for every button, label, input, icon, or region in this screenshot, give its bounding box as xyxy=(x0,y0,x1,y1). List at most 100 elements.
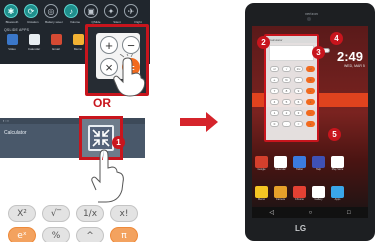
calculator-key[interactable]: 7 xyxy=(270,88,279,94)
clock-date: WED, MAR 5 xyxy=(344,64,365,68)
play-store-icon xyxy=(331,156,344,168)
calculator-key[interactable]: 1 xyxy=(270,110,279,116)
home-app-memo[interactable]: Memo xyxy=(255,186,268,201)
qslide-app-email[interactable]: Email xyxy=(48,34,64,51)
calculator-key[interactable]: x² xyxy=(270,66,279,72)
google-icon xyxy=(255,156,268,168)
calculator-key[interactable]: 5 xyxy=(282,99,291,105)
step-badge-4: 4 xyxy=(330,32,343,45)
calculator-key[interactable]: % xyxy=(282,77,291,83)
pointing-hand-icon xyxy=(91,149,124,203)
qslide-app-row: Video Calendar Email Memo xyxy=(4,34,86,51)
status-text: ▪ ▫ ▪ xyxy=(3,119,9,123)
step-badge-2: 2 xyxy=(257,36,270,49)
dock-app-row: Memo Camera Chrome Gallery Apps xyxy=(255,186,344,201)
app-label: Memo xyxy=(73,47,83,51)
home-icon[interactable]: ○ xyxy=(309,210,313,216)
qslide-app-calendar[interactable]: Calendar xyxy=(26,34,42,51)
recents-icon[interactable]: □ xyxy=(347,210,351,216)
qs-label: Bluetooth xyxy=(5,20,19,24)
calculator-key[interactable]: 1/x xyxy=(294,66,303,72)
calculator-key[interactable]: e xyxy=(270,77,279,83)
calculator-key[interactable]: . xyxy=(282,121,291,127)
right-arrow-icon xyxy=(180,112,218,132)
calculator-key[interactable]: π xyxy=(306,77,315,83)
home-app-gallery[interactable]: Gallery xyxy=(312,186,325,201)
qslide-app-memo[interactable]: Memo xyxy=(70,34,86,51)
step-badge-3: 3 xyxy=(312,46,325,59)
app-label: Calendar xyxy=(27,47,41,51)
pi-key[interactable]: π xyxy=(110,227,138,242)
memo-icon xyxy=(72,34,84,45)
app-label: Gallery xyxy=(314,198,323,201)
minus-key[interactable]: − xyxy=(122,36,140,54)
home-app-play-store[interactable]: Play Store xyxy=(331,156,344,171)
factorial-key[interactable]: x! xyxy=(110,205,138,222)
calculator-key[interactable]: 3 xyxy=(294,110,303,116)
qslide-apps-title: QSLIDE APPS xyxy=(4,28,30,32)
back-icon[interactable]: ◁ xyxy=(269,209,274,216)
calculator-key[interactable]: 2 xyxy=(282,110,291,116)
power-key[interactable]: ^ xyxy=(76,227,104,242)
qs-label: Rotation xyxy=(27,20,39,24)
qslide-app-video[interactable]: Video xyxy=(4,34,20,51)
volume-icon[interactable]: ♪ xyxy=(64,4,78,18)
home-app-calendar[interactable]: Calendar xyxy=(274,156,287,171)
front-camera-icon xyxy=(307,17,311,21)
app-label: Play Store xyxy=(331,168,344,171)
calculator-key[interactable]: √ xyxy=(282,66,291,72)
home-app-google[interactable]: Google xyxy=(255,156,268,171)
clock-time: 2:49 xyxy=(337,49,364,64)
email-icon xyxy=(50,34,62,45)
app-label: Video xyxy=(8,47,16,51)
calculator-key[interactable]: 9 xyxy=(294,88,303,94)
battery-saver-icon[interactable]: ◎ xyxy=(44,4,58,18)
root-key[interactable]: √‾ xyxy=(42,205,70,222)
home-app-tablet[interactable]: Tablet xyxy=(293,156,306,171)
home-app-help[interactable]: Help xyxy=(312,156,325,171)
calculator-title: Calculator xyxy=(4,130,27,136)
rotation-icon[interactable]: ⟳ xyxy=(24,4,38,18)
qslide-header[interactable]: Calculator xyxy=(266,36,317,43)
app-label: Tablet xyxy=(296,168,303,171)
app-label: Apps xyxy=(334,198,341,201)
silent-icon[interactable]: ✦ xyxy=(104,4,118,18)
app-label: Help xyxy=(315,168,322,171)
calculator-key[interactable]: = xyxy=(294,121,303,127)
calculator-key[interactable]: ^ xyxy=(294,77,303,83)
reciprocal-key[interactable]: 1/x xyxy=(76,205,104,222)
calculator-key[interactable]: × xyxy=(306,99,315,105)
qslide-icon[interactable]: ▣ xyxy=(84,4,98,18)
home-app-camera[interactable]: Camera xyxy=(274,186,287,201)
home-app-chrome[interactable]: Chrome xyxy=(293,186,306,201)
calculator-key[interactable]: 4 xyxy=(270,99,279,105)
calculator-key[interactable]: 8 xyxy=(282,88,291,94)
calculator-key[interactable]: 0 xyxy=(270,121,279,127)
video-icon xyxy=(6,34,18,45)
flight-icon[interactable]: ✈ xyxy=(124,4,138,18)
memo-icon xyxy=(255,186,268,198)
bluetooth-icon[interactable]: ✱ xyxy=(4,4,18,18)
calendar-icon xyxy=(28,34,40,45)
qs-label: Battery saver xyxy=(45,20,63,24)
navigation-bar: ◁ ○ □ xyxy=(252,207,368,218)
tablet-screen: 2:49 WED, MAR 5 Calculator x² √ 1/x x! e% ^ π 7… xyxy=(252,26,368,218)
square-key[interactable]: X² xyxy=(8,205,36,222)
exp-key[interactable]: eˣ xyxy=(8,227,36,242)
calculator-key[interactable]: + xyxy=(306,121,315,127)
step-badge-5: 5 xyxy=(328,128,341,141)
calculator-key[interactable]: x! xyxy=(306,66,315,72)
percent-key[interactable]: % xyxy=(42,227,70,242)
calculator-key[interactable]: − xyxy=(306,110,315,116)
calculator-key[interactable]: 6 xyxy=(294,99,303,105)
app-label: Chrome xyxy=(295,198,304,201)
home-app-apps[interactable]: Apps xyxy=(331,186,344,201)
camera-icon xyxy=(274,186,287,198)
plus-key[interactable]: + xyxy=(100,36,118,54)
status-bar: ▪ ▫ ▪ xyxy=(0,118,145,124)
calculator-key[interactable]: ÷ xyxy=(306,88,315,94)
chrome-icon xyxy=(293,186,306,198)
apps-icon xyxy=(331,186,344,198)
quick-settings-row: ✱ ⟳ ◎ ♪ ▣ ✦ ✈ xyxy=(4,4,138,18)
qslide-calculator-window[interactable]: Calculator x² √ 1/x x! e% ^ π 7 8 9 ÷ 4 5 6 × 1 2 3−0. = + xyxy=(264,34,330,142)
